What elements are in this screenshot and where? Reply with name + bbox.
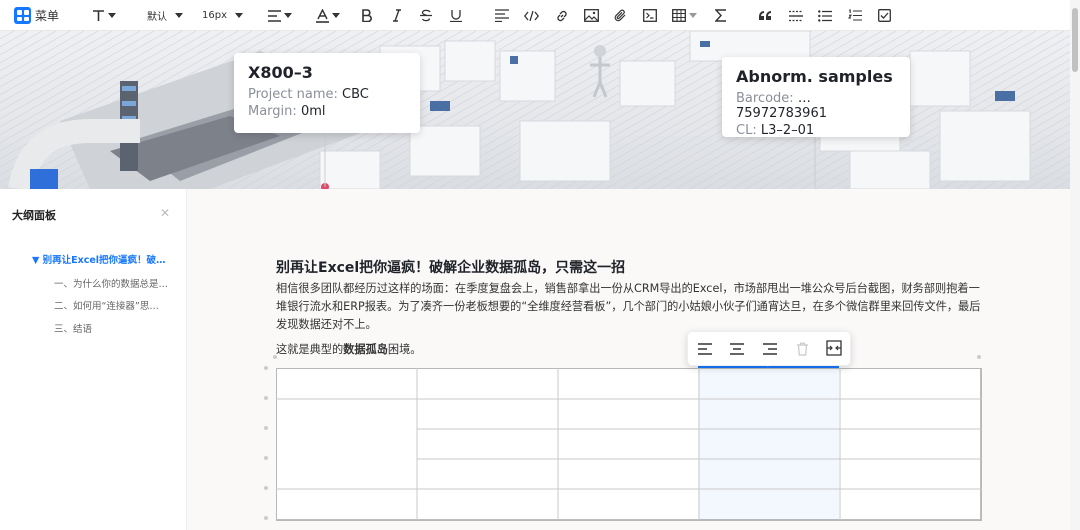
attachment-icon bbox=[614, 9, 626, 21]
abnormal-samples-card: Abnorm. samples Barcode: …75972783961 CL… bbox=[722, 57, 910, 138]
margin-line: Margin: 0ml bbox=[248, 104, 326, 119]
quote-button[interactable] bbox=[759, 0, 773, 31]
barcode-line: Barcode: …75972783961 bbox=[736, 91, 827, 121]
instrument-title: X800–3 bbox=[248, 63, 313, 82]
code-icon bbox=[524, 10, 539, 21]
link-button[interactable] bbox=[555, 0, 569, 31]
instrument-card: X800–3 Project name: CBC Margin: 0ml bbox=[234, 53, 420, 133]
ordered-list-button[interactable] bbox=[848, 0, 862, 31]
font-color-dropdown[interactable] bbox=[316, 0, 340, 31]
editor-toolbar: 菜单 默认 16px bbox=[0, 0, 1070, 31]
attachment-button[interactable] bbox=[614, 0, 627, 31]
underline-button[interactable] bbox=[450, 0, 462, 31]
font-family-dropdown[interactable]: 默认 bbox=[147, 0, 183, 31]
outline-item-section-2[interactable]: 二、如何用“连接器”思… bbox=[54, 298, 159, 312]
block-style-icon bbox=[495, 9, 509, 22]
hero-banner: X800–3 Project name: CBC Margin: 0ml Abn… bbox=[0, 31, 1070, 189]
abnormal-samples-title: Abnorm. samples bbox=[736, 67, 893, 86]
block-style-button[interactable] bbox=[495, 0, 509, 31]
table-handle-dot[interactable] bbox=[264, 516, 268, 520]
code-block-button[interactable] bbox=[643, 0, 657, 31]
horizontal-rule-icon bbox=[789, 10, 803, 21]
menu-grid-icon bbox=[14, 7, 31, 24]
table-floating-toolbar bbox=[687, 331, 851, 366]
link-icon bbox=[557, 10, 567, 21]
table-handle-dot[interactable] bbox=[273, 355, 277, 359]
project-line: Project name: CBC bbox=[248, 87, 369, 102]
caret-down-icon bbox=[108, 12, 116, 18]
document-heading: 别再让Excel把你逼疯！破解企业数据孤岛，只需这一招 bbox=[276, 260, 626, 276]
strikethrough-button[interactable] bbox=[420, 0, 432, 31]
outline-item-section-3[interactable]: 三、结语 bbox=[54, 321, 92, 335]
quote-icon bbox=[759, 11, 772, 20]
caret-down-icon bbox=[235, 12, 243, 18]
outline-item-section-1[interactable]: 一、为什么你的数据总是… bbox=[54, 276, 168, 290]
merge-cells-icon bbox=[826, 340, 842, 356]
table-handle-dot[interactable] bbox=[264, 486, 268, 490]
font-color-icon bbox=[316, 8, 329, 23]
cell-align-right-button[interactable] bbox=[763, 341, 777, 360]
align-center-icon bbox=[730, 343, 744, 355]
menu-label: 菜单 bbox=[35, 9, 60, 23]
menu-button[interactable]: 菜单 bbox=[14, 0, 59, 31]
divider-button[interactable] bbox=[789, 0, 803, 31]
align-left-icon bbox=[268, 9, 281, 22]
table-dropdown[interactable] bbox=[672, 0, 697, 31]
table-handle-dot[interactable] bbox=[264, 396, 268, 400]
image-button[interactable] bbox=[584, 0, 599, 31]
italic-button[interactable] bbox=[392, 0, 402, 31]
image-icon bbox=[584, 9, 599, 22]
outline-item-heading[interactable]: ▼ 别再让Excel把你逼疯！破… bbox=[32, 252, 166, 266]
italic-icon bbox=[393, 9, 401, 22]
cell-align-center-button[interactable] bbox=[730, 341, 744, 360]
caret-down-icon bbox=[332, 12, 340, 18]
caret-down-icon bbox=[284, 12, 292, 18]
cl-line: CL: L3–2–01 bbox=[736, 123, 815, 138]
checkbox-icon bbox=[878, 9, 891, 22]
caret-down-icon bbox=[175, 12, 183, 18]
trash-icon bbox=[797, 342, 808, 356]
font-family-value: 默认 bbox=[147, 12, 167, 23]
font-size-dropdown[interactable]: 16px bbox=[202, 0, 243, 31]
table-handle-dot[interactable] bbox=[264, 366, 268, 370]
bold-term: 数据孤岛 bbox=[343, 343, 388, 356]
font-size-value: 16px bbox=[202, 10, 227, 21]
align-dropdown[interactable] bbox=[268, 0, 292, 31]
formula-button[interactable] bbox=[715, 0, 727, 31]
bullet-list-icon bbox=[818, 9, 832, 22]
table-handle-dot[interactable] bbox=[977, 355, 981, 359]
strikethrough-icon bbox=[420, 9, 432, 22]
delete-column-button[interactable] bbox=[796, 341, 809, 360]
table-handle-dot[interactable] bbox=[264, 426, 268, 430]
close-icon[interactable]: ✕ bbox=[160, 206, 170, 220]
bold-button[interactable] bbox=[361, 0, 372, 31]
bold-icon bbox=[362, 9, 372, 22]
document-paragraph-2: 这就是典型的数据孤岛困境。 bbox=[276, 343, 422, 356]
caret-down-icon bbox=[689, 12, 697, 18]
merge-cells-button[interactable] bbox=[826, 340, 842, 360]
cell-align-left-button[interactable] bbox=[698, 341, 712, 360]
outline-panel-title: 大纲面板 bbox=[12, 209, 56, 222]
terminal-icon bbox=[643, 9, 657, 22]
task-list-button[interactable] bbox=[878, 0, 891, 31]
align-right-icon bbox=[763, 343, 777, 355]
document-paragraph: 相信很多团队都经历过这样的场面：在季度复盘会上，销售部拿出一份从CRM导出的Ex… bbox=[276, 282, 981, 331]
code-button[interactable] bbox=[524, 0, 539, 31]
sigma-icon bbox=[715, 9, 726, 22]
text-type-icon bbox=[93, 10, 104, 21]
table-grid-lines bbox=[276, 368, 982, 521]
outline-panel: 大纲面板 ✕ ▼ 别再让Excel把你逼疯！破… 一、为什么你的数据总是… 二、… bbox=[0, 189, 187, 530]
text-style-dropdown[interactable] bbox=[92, 0, 116, 31]
scrollbar-thumb[interactable] bbox=[1072, 8, 1078, 72]
align-left-icon bbox=[698, 343, 712, 355]
bullet-list-button[interactable] bbox=[818, 0, 832, 31]
table-icon bbox=[672, 9, 686, 22]
vertical-scrollbar[interactable] bbox=[1070, 0, 1080, 530]
table-handle-dot[interactable] bbox=[264, 456, 268, 460]
ordered-list-icon bbox=[848, 9, 862, 21]
underline-icon bbox=[450, 10, 462, 22]
